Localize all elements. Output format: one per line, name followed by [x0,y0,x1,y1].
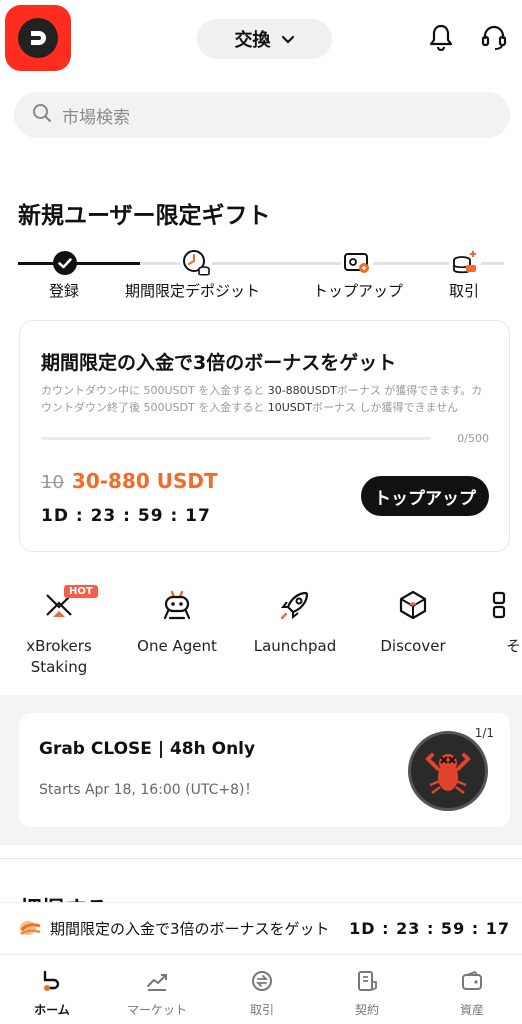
xbrokers-icon: HOT [42,585,98,622]
promo-title: 期間限定の入金で3倍のボーナスをゲット [41,352,397,374]
wallet-card-icon [341,247,373,279]
shortcut-label: そ [506,637,522,655]
step-label-topup: トップアップ [313,282,404,300]
step-label-register: 登録 [49,282,80,300]
shortcut-one-agent[interactable]: One Agent [122,588,232,657]
clock-coins-icon [180,247,212,279]
cube-icon [396,588,430,622]
tab-trade[interactable]: 取引 [210,969,314,1018]
topup-button[interactable]: トップアップ [361,476,489,516]
exchange-mode-dropdown[interactable]: 交換 [197,19,332,59]
promo-desc-part: ボーナス しか獲得できません [311,401,459,414]
tab-market[interactable]: マーケット [105,969,209,1018]
bottom-tab-bar: ホーム マーケット 取引 契約 資産 [0,954,522,1024]
support-headset-icon[interactable] [479,22,509,52]
shortcut-label: Launchpad [253,637,337,655]
robot-agent-icon [160,588,194,622]
chart-line-icon [145,969,169,997]
banner-text: 期間限定の入金で3倍のボーナスをゲット [50,920,330,938]
gift-steps: 登録 期間限定デポジット トップアップ 取引 [0,245,522,305]
banner-timer: 1D : 23 : 59 : 17 [349,919,510,938]
promo-desc-bonus: 30-880USDT [267,384,337,397]
app-logo [18,18,58,58]
promo-banner[interactable]: 期間限定の入金で3倍のボーナスをゲット 1D : 23 : 59 : 17 [0,902,522,954]
hot-badge: HOT [64,585,98,598]
grid-icon [489,588,522,622]
event-title: Grab CLOSE | 48h Only [39,739,256,759]
deposit-progress-label: 0/500 [457,432,489,445]
promo-description: カウントダウン中に 500USDT を入金すると 30-880USDT ボーナス … [41,382,491,416]
next-section-title: 把握する [20,892,108,902]
shortcut-row: HOT xBrokers Staking One Agent Launchpad… [0,585,522,688]
tab-label: マーケット [126,1003,187,1017]
gift-section-title: 新規ユーザー限定ギフト [18,203,271,229]
shortcut-label: xBrokers Staking [26,637,92,676]
lobster-token-icon [408,731,488,811]
market-search-input[interactable]: 市場検索 [14,92,510,138]
event-page-indicator: 1/1 [474,726,494,740]
search-placeholder: 市場検索 [62,107,130,128]
exchange-label: 交換 [234,30,271,51]
event-card[interactable]: Grab CLOSE | 48h Only Starts Apr 18, 16:… [19,713,510,827]
reward-amount: 10 30-880 USDT [41,469,218,493]
step-label-trade: 取引 [449,282,480,300]
promo-countdown: 1D : 23 : 59 : 17 [41,506,211,526]
search-icon [32,103,52,128]
app-logo-button[interactable] [5,5,71,71]
shortcut-label: Discover [380,637,446,655]
home-icon [40,969,64,997]
wallet-icon [460,969,484,997]
tab-contract[interactable]: 契約 [315,969,419,1018]
bell-icon[interactable] [426,22,456,52]
top-header: 交換 市場検索 [0,0,522,150]
chevron-down-icon [281,29,295,50]
event-subtitle: Starts Apr 18, 16:00 (UTC+8)！ [39,782,259,798]
promo-desc-part: カウントダウン中に 500USDT を入金すると [41,384,268,397]
tab-label: 取引 [249,1003,274,1017]
shortcut-label: One Agent [137,637,217,655]
trade-cycle-icon [250,969,274,997]
tab-assets[interactable]: 資産 [420,969,522,1018]
check-circle-icon [49,247,81,279]
contract-doc-icon [355,969,379,997]
rocket-icon [278,588,312,622]
deposit-promo-card: 期間限定の入金で3倍のボーナスをゲット カウントダウン中に 500USDT を入… [19,320,510,552]
shortcut-launchpad[interactable]: Launchpad [240,588,350,657]
tab-label: 契約 [354,1003,379,1017]
tab-home[interactable]: ホーム [0,969,104,1018]
tab-label: 資産 [459,1003,484,1017]
reward-old-value: 10 [41,472,64,493]
step-label-deposit: 期間限定デポジット [125,282,261,300]
shortcut-discover[interactable]: Discover [358,588,468,657]
coin-gift-icon [18,916,42,942]
coin-stack-icon [449,247,481,279]
promo-desc-bonus: 10USDT [267,401,312,414]
reward-new-value: 30-880 USDT [71,469,218,493]
shortcut-more[interactable]: そ [476,588,522,657]
shortcut-xbrokers-staking[interactable]: HOT xBrokers Staking [4,585,114,678]
deposit-progress-bar [41,437,431,440]
tab-label: ホーム [34,1003,70,1017]
